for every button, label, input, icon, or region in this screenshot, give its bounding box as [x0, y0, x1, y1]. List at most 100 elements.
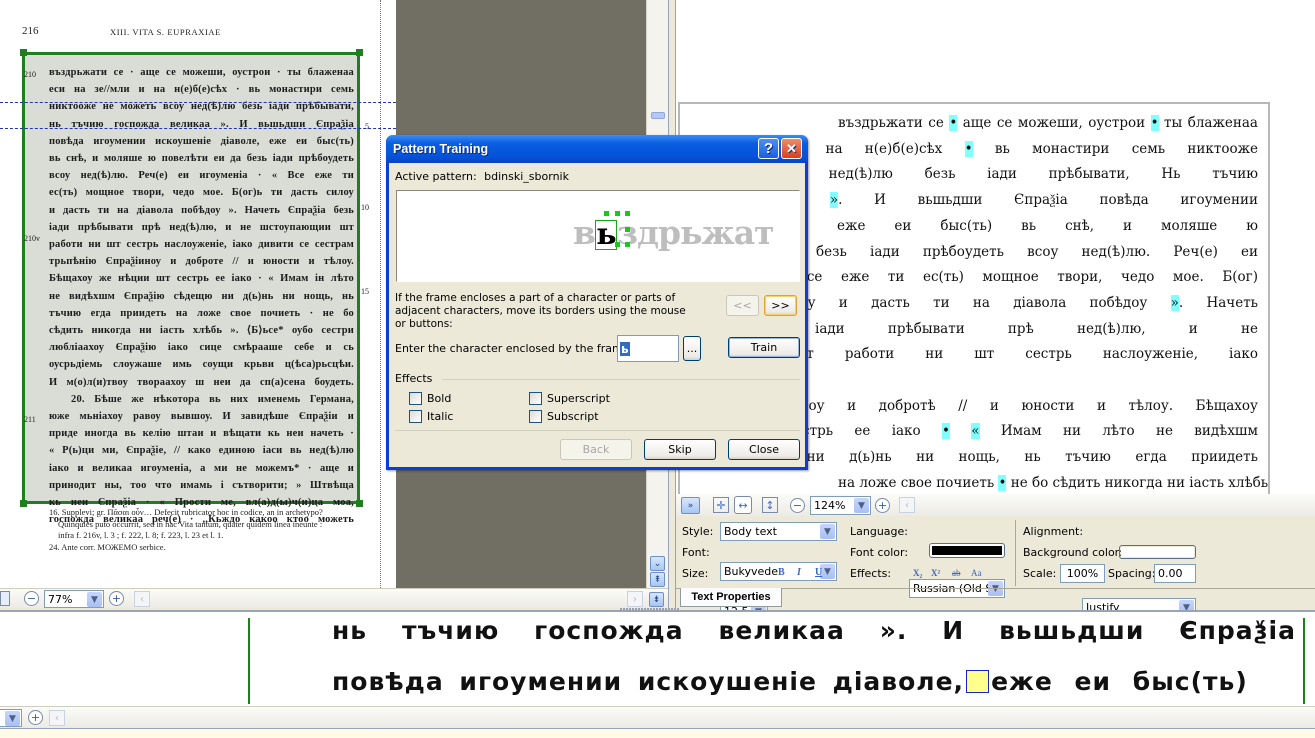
- italic-checkbox[interactable]: [409, 410, 422, 423]
- scan-line: И м(о)л(и)твоу твораахоу ш неи да сп(а)с…: [49, 376, 354, 388]
- frame-handle[interactable]: [615, 242, 620, 247]
- frame-handle[interactable]: [625, 242, 630, 247]
- italic-button[interactable]: I: [797, 567, 801, 578]
- font-color-swatch: [932, 546, 1002, 555]
- image-pane[interactable]: 216 XIII. VITA S. EUPRAXIAE въздрьжати с…: [0, 0, 396, 588]
- bold-button[interactable]: B: [778, 567, 785, 578]
- subscript-label: Subscript: [547, 410, 599, 423]
- subscript-button[interactable]: X₂: [913, 568, 922, 578]
- preview-text: вьздрьжат: [573, 213, 775, 252]
- character-frame[interactable]: ь: [594, 220, 617, 250]
- dialog-titlebar[interactable]: Pattern Training ? ✕: [386, 135, 808, 163]
- scan-line: 20. Бѣше же нѣкотора вь них именемь Герм…: [71, 393, 354, 405]
- prev-page-icon[interactable]: ⇞: [650, 572, 665, 587]
- chevron-down-icon: ▼: [87, 592, 102, 607]
- font-color-picker[interactable]: [929, 543, 1005, 558]
- selection-guide: [0, 128, 396, 129]
- fit-height-icon[interactable]: [0, 591, 10, 606]
- scale-input[interactable]: 100%: [1060, 564, 1105, 583]
- scroll-left-icon[interactable]: ‹: [899, 497, 915, 513]
- zoom-in-icon[interactable]: +: [109, 591, 124, 606]
- uncertain-char[interactable]: «: [971, 423, 980, 440]
- frame-handle[interactable]: [625, 211, 630, 216]
- frame-handle[interactable]: [604, 211, 609, 216]
- uncertain-char[interactable]: »: [1170, 294, 1179, 311]
- zoom-out-icon[interactable]: −: [790, 498, 805, 513]
- footnotes: 16. Supplevi; gr. Πᾶσαι οὖν… Defecit rub…: [49, 507, 323, 553]
- skip-button[interactable]: Skip: [644, 439, 716, 460]
- instruction-text: If the frame encloses a part of a charac…: [395, 292, 686, 330]
- text-properties-panel: » ✛ ↔ ↕ − 124% ▼ + ‹ Style: Body text ▼ …: [676, 494, 1315, 621]
- font-label: Font:: [682, 546, 710, 559]
- scroll-left-icon[interactable]: ‹: [49, 710, 65, 726]
- superscript-checkbox[interactable]: [529, 392, 542, 405]
- frame-handle[interactable]: [615, 211, 620, 216]
- text-zoom-select[interactable]: 124% ▼: [810, 496, 871, 515]
- back-button[interactable]: Back: [560, 439, 632, 460]
- uncertain-char[interactable]: •: [998, 474, 1007, 491]
- extend-frame-button[interactable]: >>: [764, 295, 797, 316]
- bold-checkbox[interactable]: [409, 392, 422, 405]
- scan-line: не видѣхшм Єпраѯію сѣдещю ни д(ь)нь ни н…: [49, 290, 354, 302]
- uncertain-char[interactable]: •: [949, 115, 958, 131]
- close-button[interactable]: Close: [728, 439, 800, 460]
- margin-ref: 211: [24, 415, 36, 424]
- text-line[interactable]: на ложе свое почиеть • не бо сѣдить нико…: [680, 471, 1268, 497]
- line-number: 10: [361, 203, 369, 212]
- zoom-out-icon[interactable]: −: [24, 591, 39, 606]
- shrink-frame-button[interactable]: <<: [726, 295, 759, 316]
- scroll-thumb[interactable]: [651, 112, 665, 119]
- uncertain-char[interactable]: •: [1150, 115, 1159, 131]
- uncertain-char[interactable]: •: [964, 140, 973, 157]
- text-line[interactable]: въздрьжати се • аще се можеши, оустрои •…: [680, 111, 1268, 137]
- spacing-input[interactable]: 0.00: [1154, 564, 1196, 583]
- tab-text-properties[interactable]: Text Properties: [680, 588, 782, 607]
- uncertain-char[interactable]: •: [941, 423, 950, 440]
- style-select[interactable]: Body text ▼: [720, 522, 837, 541]
- background-color-picker[interactable]: [1119, 545, 1196, 559]
- scan-line: въздрьжати се · аще се можеши, оустрои ·…: [49, 67, 354, 78]
- fit-page-icon[interactable]: ✛: [713, 497, 729, 513]
- enter-char-label: Enter the character enclosed by the fram…: [395, 342, 634, 355]
- block-border: [1303, 618, 1305, 704]
- frame-handle[interactable]: [356, 500, 363, 507]
- uncertain-char[interactable]: »: [829, 192, 839, 209]
- zoom-toolbar: ▼ + ‹: [0, 706, 1315, 728]
- superscript-button[interactable]: X²: [931, 568, 940, 578]
- pattern-preview[interactable]: вьздрьжат: [396, 190, 800, 282]
- scroll-right-icon[interactable]: ›: [627, 591, 643, 607]
- character-cursor[interactable]: [966, 670, 990, 693]
- strikethrough-button[interactable]: ab: [952, 568, 961, 578]
- image-zoom-select[interactable]: 77% ▼: [44, 590, 104, 608]
- help-icon[interactable]: ?: [758, 138, 779, 159]
- divider: [395, 430, 800, 431]
- scroll-left-icon[interactable]: ‹: [134, 591, 150, 607]
- zoom-in-icon[interactable]: +: [875, 498, 890, 513]
- footnote-line: 16. Supplevi; gr. Πᾶσαι οὖν… Defecit rub…: [49, 507, 323, 517]
- character-input[interactable]: ь: [617, 335, 679, 362]
- subscript-checkbox[interactable]: [529, 410, 542, 423]
- fit-width-icon[interactable]: ↔: [734, 496, 752, 514]
- collapse-icon[interactable]: »: [681, 497, 700, 514]
- footnote-line: 24. Ante corr. МОЖЕМО serbice.: [49, 541, 166, 552]
- frame-handle[interactable]: [356, 49, 363, 56]
- close-icon[interactable]: ✕: [781, 138, 802, 159]
- train-button[interactable]: Train: [728, 337, 800, 358]
- zoom-pane[interactable]: нь тъчию госпожда великаа ». И вьшьдши Є…: [0, 610, 1315, 706]
- zoom-line: нь тъчию госпожда великаа ». И вьшьдши Є…: [332, 616, 1296, 645]
- scroll-down-icon[interactable]: ⌄: [650, 556, 665, 571]
- frame-handle[interactable]: [20, 49, 27, 56]
- zoom-pane-zoom-select[interactable]: ▼: [0, 709, 22, 727]
- frame-handle[interactable]: [625, 227, 630, 232]
- zoom-in-icon[interactable]: +: [28, 710, 43, 725]
- underline-button[interactable]: U: [815, 567, 822, 578]
- small-caps-button[interactable]: Aa: [971, 568, 982, 578]
- frame-handle[interactable]: [20, 500, 27, 507]
- next-page-icon[interactable]: ⇟: [649, 592, 664, 607]
- splitter-grip[interactable]: [620, 608, 680, 612]
- scan-line: любліаахоу Єпраѯію іако сице смѣрааше се…: [49, 342, 354, 354]
- fit-height-icon[interactable]: ↕: [762, 497, 778, 513]
- character-picker-button[interactable]: ...: [683, 336, 701, 361]
- scan-line: юже мьнiахоу равоу вывшоу. И завидѣше Єп…: [49, 411, 354, 423]
- spacing-label: Spacing:: [1108, 567, 1156, 580]
